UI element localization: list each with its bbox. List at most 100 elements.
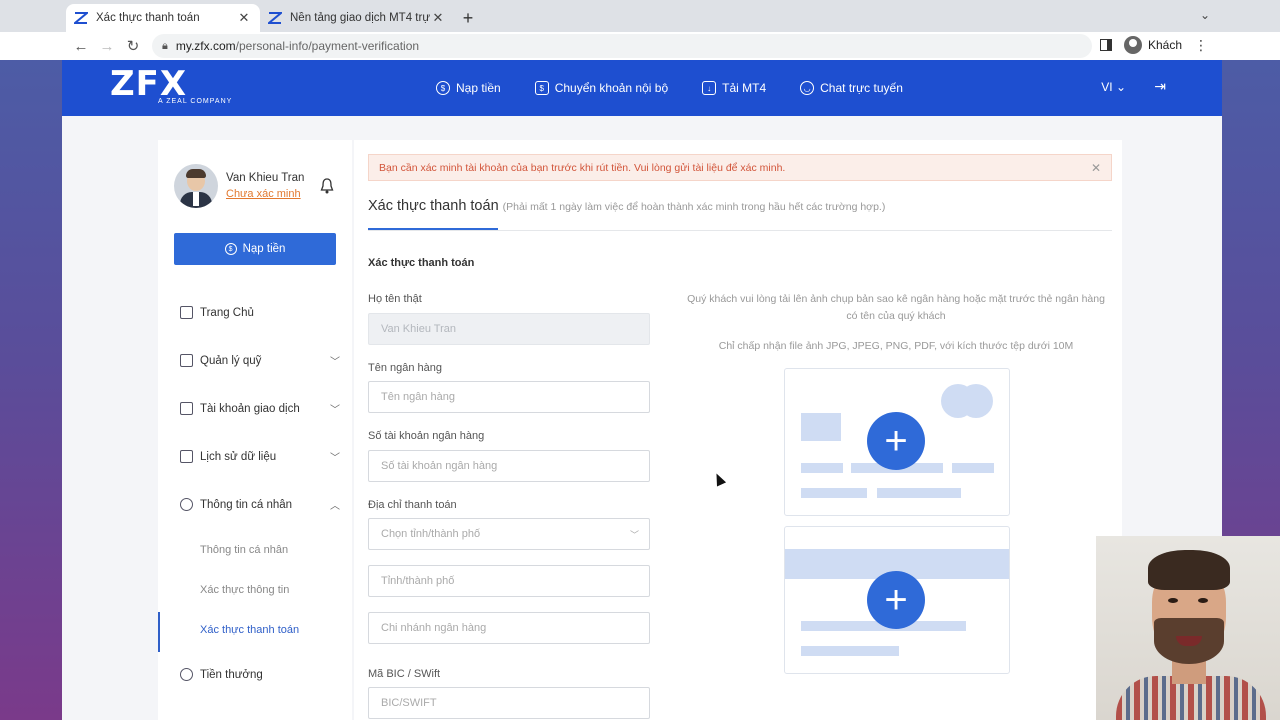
side-panel-icon[interactable] [1099,39,1112,51]
zfx-logo[interactable]: ZFX A ZEAL COMPANY [110,64,233,105]
user-name: Van Khieu Tran [226,172,305,184]
submenu-payment-verification[interactable]: Xác thực thanh toán [200,624,299,636]
sidebar-item-label: Lịch sử dữ liệu [200,450,277,463]
nav-download-mt4[interactable]: ↓ Tải MT4 [702,81,766,95]
chevron-down-icon: ﹀ [330,357,340,368]
menu-kebab-icon[interactable]: ⋮ [1194,37,1208,54]
nav-live-chat[interactable]: ◡ Chat trực tuyến [800,81,903,95]
bell-icon[interactable] [320,178,334,197]
section-title: Xác thực thanh toán [368,257,475,269]
tab-search-chevron-icon[interactable]: ⌄ [1200,8,1210,22]
bic-input[interactable]: BIC/SWIFT [368,687,650,719]
guest-avatar-icon [1123,36,1142,54]
gear-icon [180,498,193,511]
url-path: /personal-info/payment-verification [235,39,420,53]
bic-label: Mã BIC / SWift [368,668,441,680]
submenu-personal-info[interactable]: Thông tin cá nhân [200,544,288,556]
close-icon[interactable]: ✕ [1091,161,1101,175]
upload-card-front[interactable]: + [784,368,1010,516]
site-header: ZFX A ZEAL COMPANY $ Nạp tiền $ Chuyển k… [62,60,1222,116]
logo-text: ZFX [110,64,188,104]
account-number-label: Số tài khoản ngân hàng [368,430,485,442]
chevron-up-icon: ︿ [330,501,340,512]
branch-placeholder: Chi nhánh ngân hàng [381,622,487,634]
dollar-icon [180,668,193,681]
nav-deposit[interactable]: $ Nạp tiền [436,81,501,95]
new-tab-button[interactable]: + [454,4,482,32]
guest-profile-button[interactable]: Khách [1123,36,1182,54]
bank-name-input[interactable]: Tên ngân hàng [368,381,650,413]
city-select[interactable]: Chọn tỉnh/thành phố ﹀ [368,518,650,550]
bank-name-placeholder: Tên ngân hàng [381,391,456,403]
reload-icon[interactable]: ↻ [120,37,146,55]
language-selector[interactable]: VI ⌄ [1101,80,1126,94]
account-number-input[interactable]: Số tài khoản ngân hàng [368,450,650,482]
deposit-button-label: Nạp tiền [242,243,286,255]
page-title-text: Xác thực thanh toán [368,198,499,214]
add-upload-icon[interactable]: + [867,571,925,629]
document-icon [180,450,193,463]
sidebar-item-history[interactable]: Lịch sử dữ liệu ﹀ [180,450,340,464]
profile-label: Khách [1147,38,1182,52]
tab-active-underline [368,228,498,230]
sidebar-item-home[interactable]: Trang Chủ [180,306,340,319]
avatar [174,164,218,208]
grid-icon [180,306,193,319]
bank-name-label: Tên ngân hàng [368,362,443,374]
close-tab-icon[interactable]: ✕ [236,10,252,26]
alert-text: Bạn cần xác minh tài khoản của bạn trước… [379,161,786,174]
sidebar-item-fund-management[interactable]: Quản lý quỹ ﹀ [180,354,340,368]
verify-status-link[interactable]: Chưa xác minh [226,188,304,200]
account-number-placeholder: Số tài khoản ngân hàng [381,460,498,472]
download-icon: ↓ [702,81,717,95]
sidebar-item-label: Quản lý quỹ [200,354,262,367]
logo-subtext: A ZEAL COMPANY [158,98,233,105]
branch-input[interactable]: Chi nhánh ngân hàng [368,612,650,644]
page-subtitle: (Phải mất 1 ngày làm việc để hoàn thành … [502,201,886,213]
logout-icon[interactable]: ⇥ [1154,78,1166,95]
address-bar: ← → ↻ 🔒︎ my.zfx.com/personal-info/paymen… [0,32,1280,60]
upload-instructions: Quý khách vui lòng tải lên ảnh chụp bản … [687,293,1105,322]
tab-divider [368,230,1112,231]
deposit-button[interactable]: $ Nạp tiền [174,233,336,265]
bic-placeholder: BIC/SWIFT [381,697,437,709]
tab-title: Xác thực thanh toán [96,12,200,24]
chevron-down-icon: ﹀ [629,529,639,540]
browser-tab-bar: Xác thực thanh toán ✕ Nền tảng giao dịch… [0,0,1280,32]
sidebar-item-label: Tài khoản giao dịch [200,402,300,415]
url-input[interactable]: 🔒︎ my.zfx.com/personal-info/payment-veri… [152,34,1092,58]
sidebar-item-personal-info[interactable]: Thông tin cá nhân ︿ [180,498,340,512]
webcam-overlay [1096,536,1280,720]
browser-tab-active[interactable]: Xác thực thanh toán ✕ [66,4,260,32]
nav-label: Tải MT4 [722,81,767,95]
real-name-value: Van Khieu Tran [381,323,457,335]
add-upload-icon[interactable]: + [867,412,925,470]
sidebar-item-label: Tiền thưởng [200,668,263,681]
sidebar-item-label: Thông tin cá nhân [200,498,293,511]
user-profile: Van Khieu Tran Chưa xác minh [174,164,304,208]
back-arrow-icon[interactable]: ← [68,38,94,55]
sidebar: Van Khieu Tran Chưa xác minh $ Nạp tiền … [158,140,352,720]
wallet-icon [180,354,193,367]
upload-card-statement[interactable]: + [784,526,1010,674]
chevron-down-icon: ⌄ [1115,80,1126,94]
billing-address-label: Địa chỉ thanh toán [368,499,457,511]
nav-label: Nạp tiền [456,81,501,95]
chart-icon [180,402,193,415]
city-input[interactable]: Tỉnh/thành phố [368,565,650,597]
headset-icon: ◡ [800,81,815,95]
tab-title: Nền tảng giao dịch MT4 trực tu [290,12,430,24]
browser-tab[interactable]: Nền tảng giao dịch MT4 trực tu ✕ [260,4,454,32]
nav-internal-transfer[interactable]: $ Chuyển khoản nội bộ [534,81,668,95]
sidebar-item-bonus[interactable]: Tiền thưởng [180,668,340,681]
dollar-icon: $ [436,81,450,95]
transfer-icon: $ [534,81,549,95]
language-label: VI [1101,80,1113,94]
zfx-favicon-icon [268,11,282,25]
close-tab-icon[interactable]: ✕ [430,10,446,26]
submenu-info-verification[interactable]: Xác thực thông tin [200,584,289,596]
upload-file-requirements: Chỉ chấp nhận file ảnh JPG, JPEG, PNG, P… [718,340,1074,352]
sidebar-item-trading-account[interactable]: Tài khoản giao dịch ﹀ [180,402,340,416]
city-select-placeholder: Chọn tỉnh/thành phố [381,528,481,540]
forward-arrow-icon[interactable]: → [94,38,120,55]
